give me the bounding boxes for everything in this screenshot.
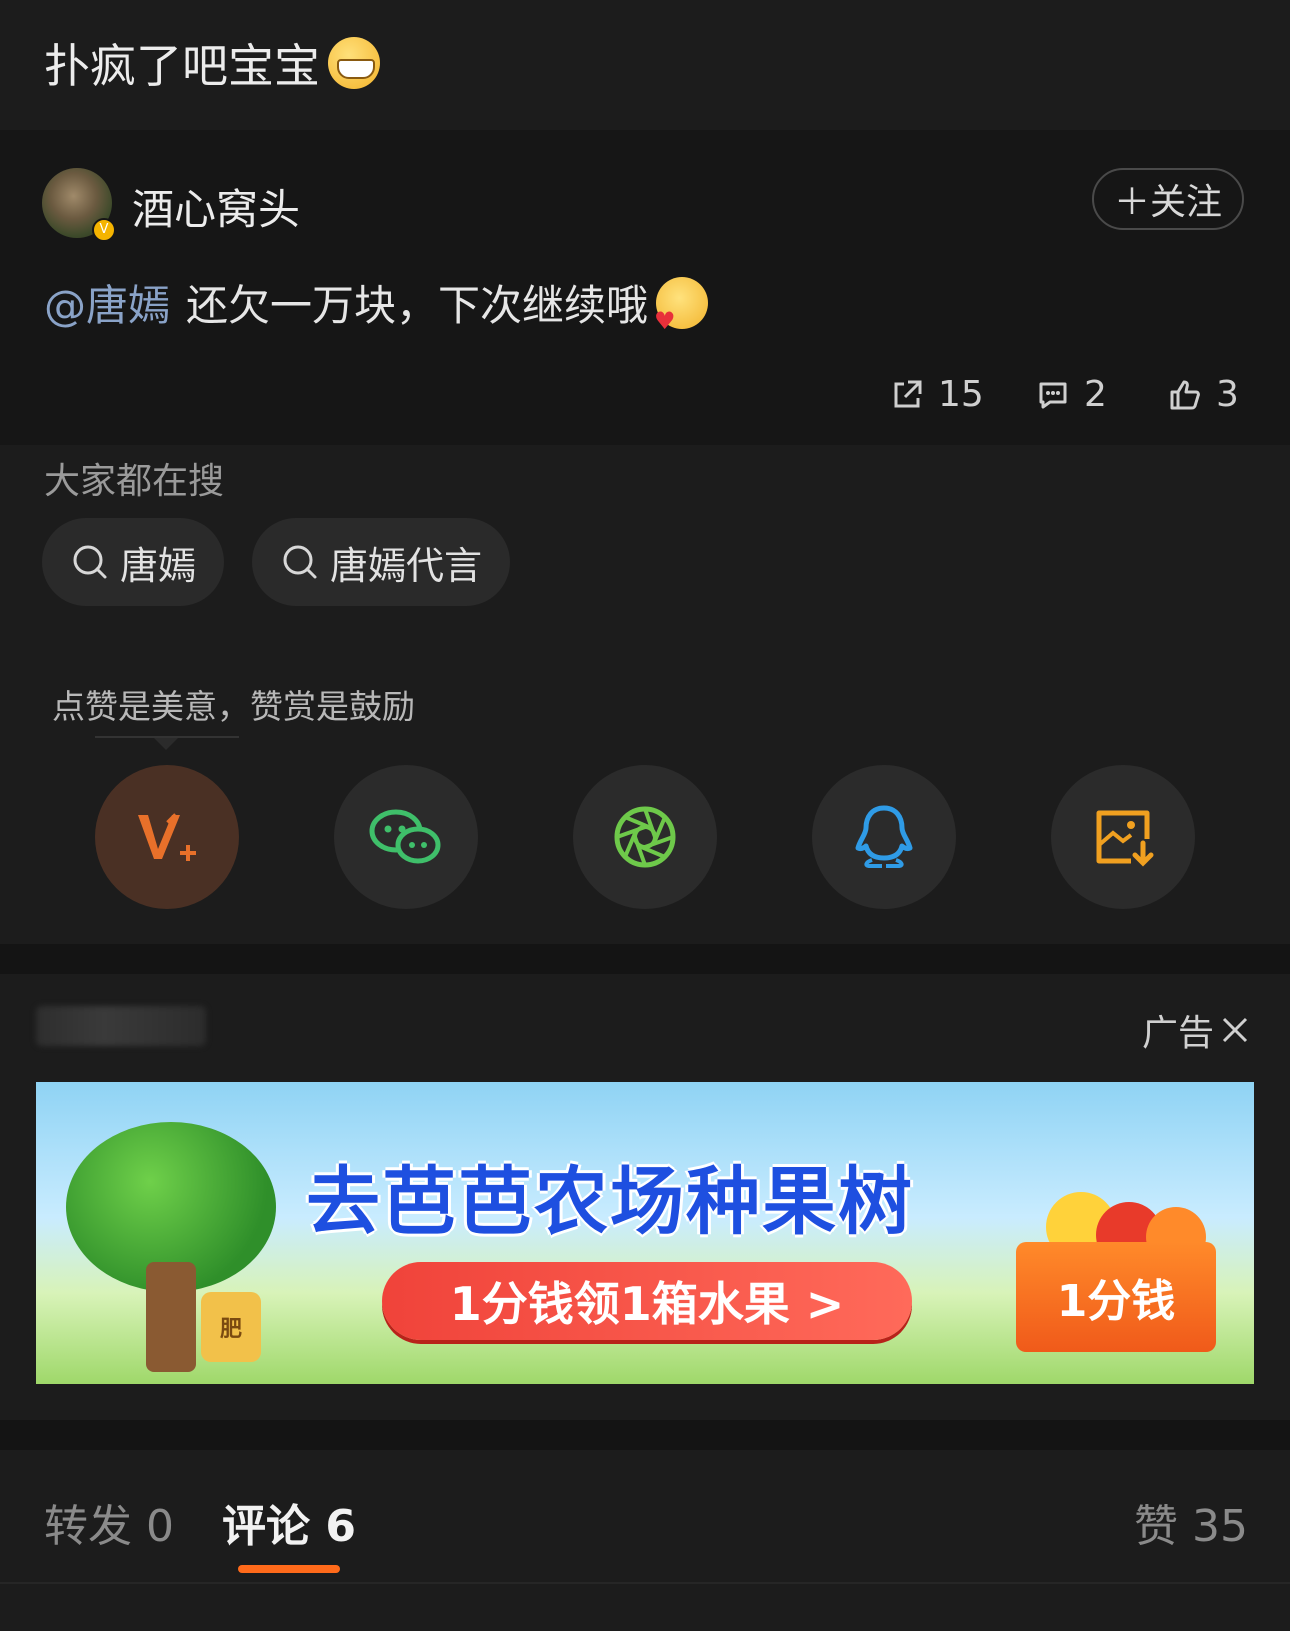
- search-section-title: 大家都在搜: [44, 461, 225, 502]
- ad-label-text: 广告: [1142, 1013, 1215, 1054]
- ad-label[interactable]: 广告: [1142, 1004, 1252, 1056]
- fertilizer-bag: 肥: [201, 1292, 261, 1362]
- tab-divider: [0, 1582, 1290, 1584]
- repost-count: 15: [938, 374, 984, 415]
- search-icon: [283, 545, 317, 579]
- verified-badge-icon: V: [92, 218, 116, 242]
- reward-tooltip: 点赞是美意，赞赏是鼓励: [52, 687, 415, 726]
- tree-trunk: [146, 1262, 196, 1372]
- close-icon[interactable]: [1218, 1013, 1252, 1047]
- post-text-label: 扑疯了吧宝宝: [44, 39, 320, 93]
- thumbs-up-icon: [1170, 380, 1200, 409]
- wechat-icon: [369, 809, 441, 864]
- wechat-share-button[interactable]: [334, 765, 478, 909]
- ad-cta-button[interactable]: 1分钱领1箱水果 >: [382, 1262, 912, 1340]
- comment-body: 还欠一万块，下次继续哦: [186, 281, 649, 330]
- qq-share-button[interactable]: [812, 765, 956, 909]
- section-divider: [0, 1420, 1290, 1450]
- tab-comment[interactable]: 评论 6: [222, 1490, 356, 1554]
- search-chip-1[interactable]: 唐嫣: [42, 518, 225, 606]
- username[interactable]: 酒心窝头: [132, 176, 300, 237]
- search-chip-2[interactable]: 唐嫣代言: [252, 518, 511, 606]
- search-icon: [73, 545, 107, 579]
- tab-like[interactable]: 赞 35: [1134, 1490, 1248, 1554]
- tooltip-caret: [154, 738, 178, 750]
- repost-icon: [894, 380, 922, 407]
- v-plus-button[interactable]: [95, 765, 239, 909]
- moments-share-button[interactable]: [573, 765, 717, 909]
- like-count: 3: [1216, 374, 1239, 415]
- comment-text: @唐嫣 还欠一万块，下次继续哦: [44, 272, 709, 335]
- save-image-icon: [1096, 810, 1154, 867]
- repost-stat[interactable]: 15: [890, 374, 984, 415]
- follow-button[interactable]: ＋关注: [1092, 168, 1244, 230]
- mention-link[interactable]: @唐嫣: [44, 272, 170, 333]
- comment-icon: [1039, 382, 1067, 408]
- search-chip-label: 唐嫣代言: [330, 543, 483, 588]
- ad-title: 去芭芭农场种果树: [306, 1159, 914, 1245]
- post-text: 扑疯了吧宝宝: [44, 30, 380, 96]
- grin-emoji-icon: [328, 37, 380, 89]
- fruit-box: 1分钱: [1016, 1242, 1216, 1352]
- section-divider: [0, 944, 1290, 974]
- qq-icon: [855, 805, 913, 868]
- tab-repost[interactable]: 转发 0: [44, 1490, 174, 1554]
- kiss-heart-emoji-icon: [654, 276, 709, 335]
- active-tab-indicator: [238, 1565, 340, 1573]
- v-plus-icon: [138, 813, 196, 861]
- moments-icon: [614, 806, 676, 868]
- like-stat[interactable]: 3: [1168, 374, 1239, 415]
- ad-banner[interactable]: 肥 去芭芭农场种果树 1分钱领1箱水果 > 1分钱: [36, 1082, 1254, 1384]
- comment-stat[interactable]: 2: [1036, 374, 1107, 415]
- search-chip-label: 唐嫣: [120, 543, 197, 588]
- save-image-button[interactable]: [1051, 765, 1195, 909]
- ad-source-blurred: [36, 1006, 206, 1046]
- comment-count: 2: [1084, 374, 1107, 415]
